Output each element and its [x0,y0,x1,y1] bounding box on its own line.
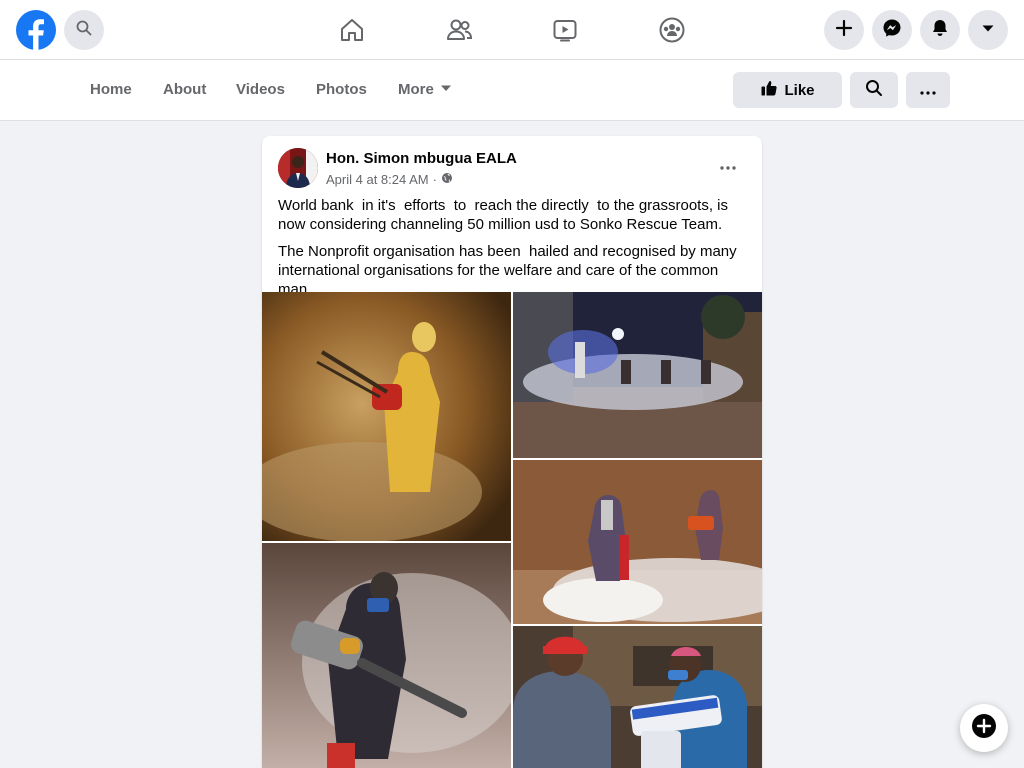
post-paragraph: World bank in it's efforts to reach the … [278,197,733,233]
meta-separator: · [432,172,437,187]
plus-icon [835,19,853,42]
create-button[interactable] [824,10,864,50]
post-options-button[interactable] [710,152,746,180]
page-search-button[interactable] [850,72,898,108]
account-dropdown-icon [980,20,996,41]
post-body: World bank in it's efforts to reach the … [278,196,750,307]
tab-about[interactable]: About [163,80,206,100]
home-icon[interactable] [336,14,368,46]
messenger-button[interactable] [872,10,912,50]
search-button[interactable] [64,10,104,50]
account-menu-button[interactable] [968,10,1008,50]
more-horizontal-icon [920,82,936,99]
top-navigation-bar [0,0,1024,60]
post-photo-2[interactable] [513,292,762,458]
post-date[interactable]: April 4 at 8:24 AM [326,172,429,187]
post-photo-3[interactable] [513,460,762,624]
search-icon [76,20,92,41]
search-icon [865,79,883,101]
messenger-icon [882,18,902,43]
plus-circle-icon [972,713,996,743]
post-photo-5[interactable] [513,626,762,768]
thumbs-up-icon [760,79,778,101]
more-horizontal-icon [720,157,736,175]
globe-icon [441,172,453,187]
post-photo-4[interactable] [262,543,511,768]
groups-icon[interactable] [656,14,688,46]
tab-photos[interactable]: Photos [316,80,367,100]
caret-down-icon [440,80,452,100]
facebook-logo-icon[interactable] [16,10,56,50]
notifications-icon [930,18,950,43]
tab-home[interactable]: Home [90,80,132,100]
avatar[interactable] [278,148,318,188]
new-message-button[interactable] [960,704,1008,752]
post-meta: April 4 at 8:24 AM · [326,172,453,187]
tab-videos[interactable]: Videos [236,80,285,100]
post-author[interactable]: Hon. Simon mbugua EALA [326,150,517,167]
friends-icon[interactable] [443,14,475,46]
post-card: Hon. Simon mbugua EALA April 4 at 8:24 A… [262,136,762,768]
post-photo-1[interactable] [262,292,511,541]
like-page-label: Like [784,81,815,99]
page-navigation-bar: Home About Videos Photos More Like [0,60,1024,121]
notifications-button[interactable] [920,10,960,50]
watch-icon[interactable] [549,14,581,46]
tab-more[interactable]: More [398,80,452,100]
like-page-button[interactable]: Like [733,72,842,108]
tab-more-label: More [398,81,434,98]
page-more-options-button[interactable] [906,72,950,108]
post-paragraph: The Nonprofit organisation has been hail… [278,243,741,298]
